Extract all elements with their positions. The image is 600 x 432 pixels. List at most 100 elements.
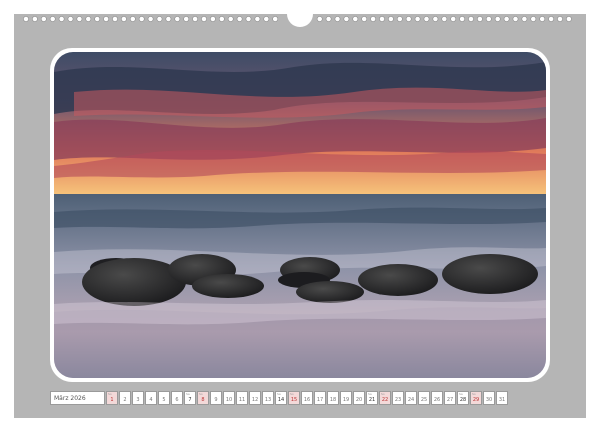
day-cell: 10 xyxy=(223,391,235,405)
binding-hole xyxy=(548,16,554,22)
day-number: 5 xyxy=(162,397,166,403)
day-cell: 5 xyxy=(158,391,170,405)
binding-hole xyxy=(494,16,501,22)
day-number: 22 xyxy=(381,397,389,403)
day-number: 7 xyxy=(188,397,192,403)
day-number: 12 xyxy=(251,397,259,403)
binding-hole xyxy=(450,16,457,22)
day-number: 15 xyxy=(290,397,298,403)
day-number: 29 xyxy=(472,397,480,403)
day-number: 10 xyxy=(225,397,233,403)
binding-hole xyxy=(476,16,483,22)
day-cell: 23 xyxy=(392,391,404,405)
binding-hole xyxy=(468,16,474,22)
binding-hole xyxy=(485,16,492,22)
day-number: 2 xyxy=(123,397,127,403)
binding-hole xyxy=(316,16,323,22)
day-cell: So 15 xyxy=(288,391,300,405)
binding-hole xyxy=(459,16,465,22)
day-cell: Sa 28 xyxy=(457,391,469,405)
month-calendar-strip: März 2026 So 1 2 3 4 5 6 Sa 7 So 8 9 10 11 12 13 Sa 14 So 1… xyxy=(50,391,550,407)
binding-hole xyxy=(566,16,572,22)
weekday-label: Sa xyxy=(186,392,190,396)
day-number: 31 xyxy=(498,397,506,403)
day-cell: 12 xyxy=(249,391,261,405)
binding-hole xyxy=(414,16,421,22)
binding-hole xyxy=(334,16,341,22)
binding-hole xyxy=(370,16,376,22)
day-cell: Sa 21 xyxy=(366,391,378,405)
day-number: 9 xyxy=(214,397,218,403)
binding-hole xyxy=(405,16,412,22)
day-cell: 20 xyxy=(353,391,365,405)
month-label: März 2026 xyxy=(50,391,105,405)
day-cell: So 1 xyxy=(106,391,118,405)
binding-hole xyxy=(396,16,403,22)
day-cell: 24 xyxy=(405,391,417,405)
day-number: 13 xyxy=(264,397,272,403)
day-number: 28 xyxy=(459,397,467,403)
binding-hole xyxy=(94,16,101,22)
day-cells: So 1 2 3 4 5 6 Sa 7 So 8 9 10 11 12 13 Sa 14 So 15 16 17 18 19 2… xyxy=(106,391,508,407)
day-number: 26 xyxy=(433,397,441,403)
day-number: 21 xyxy=(368,397,376,403)
binding-hole xyxy=(361,16,368,22)
binding-hole xyxy=(325,16,332,22)
binding-hole xyxy=(40,16,47,22)
day-number: 3 xyxy=(136,397,140,403)
weekday-label: So xyxy=(108,392,112,396)
binding-hole xyxy=(31,16,38,22)
day-number: 8 xyxy=(201,397,205,403)
day-cell: Sa 14 xyxy=(275,391,287,405)
day-cell: 30 xyxy=(483,391,495,405)
binding-hole xyxy=(218,16,225,22)
binding-hole xyxy=(49,16,56,22)
binding-hole xyxy=(236,16,243,22)
binding-hole xyxy=(343,16,350,22)
binding-hole xyxy=(503,16,510,22)
binding-hole xyxy=(530,16,537,22)
day-number: 6 xyxy=(175,397,179,403)
day-cell: So 22 xyxy=(379,391,391,405)
binding-hole xyxy=(174,16,181,22)
binding-hole xyxy=(23,16,29,22)
day-cell: So 8 xyxy=(197,391,209,405)
day-number: 27 xyxy=(446,397,454,403)
photo-frame xyxy=(50,48,550,382)
binding-hole xyxy=(209,16,216,22)
binding-hole xyxy=(85,16,92,22)
day-number: 11 xyxy=(238,397,246,403)
day-cell: 2 xyxy=(119,391,131,405)
binding-hole xyxy=(245,16,252,22)
day-number: 23 xyxy=(394,397,402,403)
binding-hole xyxy=(103,16,109,22)
weekday-label: So xyxy=(472,392,476,396)
day-cell: 25 xyxy=(418,391,430,405)
day-cell: 3 xyxy=(132,391,144,405)
weekday-label: So xyxy=(290,392,294,396)
wire-binding xyxy=(14,14,586,27)
weekday-label: So xyxy=(199,392,203,396)
day-cell: 18 xyxy=(327,391,339,405)
day-number: 4 xyxy=(149,397,153,403)
day-cell: 31 xyxy=(496,391,508,405)
binding-hole xyxy=(387,16,394,22)
binding-hole xyxy=(138,16,145,22)
binding-hole xyxy=(156,16,163,22)
day-cell: 4 xyxy=(145,391,157,405)
day-cell: 11 xyxy=(236,391,248,405)
binding-hole xyxy=(272,16,279,22)
day-cell: 9 xyxy=(210,391,222,405)
beach-boulders-sunset-image xyxy=(54,52,546,378)
binding-hole xyxy=(58,16,65,22)
binding-hole xyxy=(352,16,359,22)
binding-hole xyxy=(557,16,563,22)
weekday-label: So xyxy=(381,392,385,396)
day-number: 16 xyxy=(303,397,311,403)
binding-hole xyxy=(76,16,83,22)
day-number: 17 xyxy=(316,397,324,403)
binding-hole xyxy=(432,16,439,22)
hanger-notch-icon xyxy=(287,14,313,27)
binding-hole xyxy=(67,16,74,22)
binding-hole xyxy=(165,16,172,22)
